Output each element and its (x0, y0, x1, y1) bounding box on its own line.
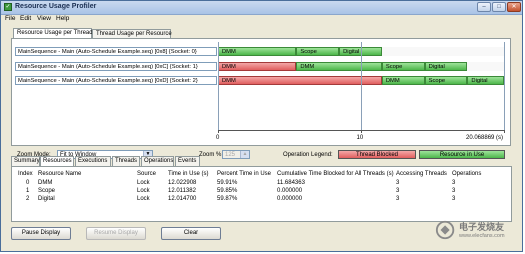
profiler-window: ✓ Resource Usage Profiler – □ ✕ File Edi… (0, 0, 523, 252)
menu-view[interactable]: View (37, 15, 51, 22)
pause-display-button[interactable]: Pause Display (11, 227, 71, 240)
window-title: Resource Usage Profiler (15, 3, 97, 10)
zoom-percent-field[interactable]: 125 ▲ (222, 150, 250, 159)
watermark-text: 电子发烧友 (459, 222, 505, 232)
close-button[interactable]: ✕ (507, 2, 521, 12)
table-cell: 0.000000 (277, 188, 303, 194)
axis-tick-label: 10 (356, 135, 364, 141)
table-cell: Lock (137, 196, 150, 202)
tab-thread-usage-per-resource[interactable]: Thread Usage per Resource (92, 29, 172, 38)
legend-thread-blocked: Thread Blocked (338, 150, 416, 159)
col-percent-time[interactable]: Percent Time in Use (217, 171, 271, 177)
table-cell: 12.022908 (168, 180, 197, 186)
axis-tick (218, 130, 219, 133)
maximize-button[interactable]: □ (492, 2, 506, 12)
watermark-url: www.elecfans.com (459, 233, 505, 239)
resume-display-button[interactable]: Resume Display (86, 227, 146, 240)
col-source[interactable]: Source (137, 171, 156, 177)
axis-tick (504, 130, 505, 133)
segment-scope-use[interactable]: Scope (296, 47, 340, 56)
tab-events[interactable]: Events (175, 156, 200, 166)
zoom-percent-value: 125 (225, 152, 236, 158)
table-cell: 3 (396, 188, 400, 194)
table-cell: Scope (38, 188, 56, 194)
clear-button[interactable]: Clear (161, 227, 221, 240)
table-cell: 59.91% (217, 180, 238, 186)
title-bar: ✓ Resource Usage Profiler – □ ✕ (1, 1, 522, 15)
zoom-percent-label: Zoom %: (199, 152, 224, 158)
app-check-icon: ✓ (4, 3, 12, 11)
segment-dmm-blocked[interactable]: DMM (218, 62, 297, 71)
col-cumulative-blocked[interactable]: Cumulative Time Blocked for All Threads … (277, 171, 394, 177)
segment-digital-use[interactable]: Digital (424, 62, 468, 71)
table-cell: 3 (452, 196, 456, 202)
col-accessing-threads[interactable]: Accessing Threads (396, 171, 447, 177)
segment-scope-use[interactable]: Scope (381, 62, 425, 71)
menu-help[interactable]: Help (56, 15, 69, 22)
table-cell: 3 (396, 196, 400, 202)
table-cell: 2 (26, 196, 30, 202)
table-cell: 11.684363 (277, 180, 305, 186)
segment-dmm-use[interactable]: DMM (218, 47, 297, 56)
tab-threads[interactable]: Threads (112, 156, 140, 166)
menu-bar: File Edit View Help (1, 14, 522, 24)
table-cell: 59.87% (217, 196, 238, 202)
table-cell: 12.011382 (168, 188, 196, 194)
table-cell: 12.014700 (168, 196, 197, 202)
axis-tick (360, 130, 362, 133)
table-cell: Digital (38, 196, 55, 202)
menu-edit[interactable]: Edit (20, 15, 31, 22)
segment-dmm-blocked[interactable]: DMM (218, 76, 382, 85)
tab-executions[interactable]: Executions (75, 156, 111, 166)
legend-resource-in-use: Resource in Use (419, 150, 505, 159)
table-cell: DMM (38, 180, 53, 186)
tab-summary[interactable]: Summary (11, 156, 40, 166)
table-cell: 3 (452, 180, 456, 186)
tab-operations[interactable]: Operations (141, 156, 174, 166)
tab-resource-usage-per-thread[interactable]: Resource Usage per Thread (13, 28, 93, 38)
thread-row-label[interactable]: MainSequence - Main (Auto-Schedule Examp… (15, 76, 217, 85)
axis-tick-label: 20.068869 (s) (466, 135, 504, 141)
col-index[interactable]: Index (18, 171, 33, 177)
resources-table-panel: Index Resource Name Source Time in Use (… (11, 166, 512, 222)
thread-row-label[interactable]: MainSequence - Main (Auto-Schedule Examp… (15, 47, 217, 56)
segment-digital-use[interactable]: Digital (467, 76, 504, 85)
segment-dmm-use[interactable]: DMM (381, 76, 425, 85)
segment-scope-use[interactable]: Scope (424, 76, 468, 85)
grid-line (218, 42, 219, 131)
grid-line (360, 42, 362, 131)
tab-resources[interactable]: Resources (40, 156, 74, 166)
thread-row-label[interactable]: MainSequence - Main (Auto-Schedule Examp… (15, 62, 217, 71)
menu-file[interactable]: File (5, 15, 15, 22)
table-cell: 0.000000 (277, 196, 303, 202)
table-cell: 59.85% (217, 188, 238, 194)
spinner-icon: ▲ (240, 151, 249, 158)
watermark-logo-icon (435, 220, 455, 240)
table-cell: 1 (26, 188, 30, 194)
minimize-button[interactable]: – (477, 2, 491, 12)
timeline-panel: MainSequence - Main (Auto-Schedule Examp… (11, 38, 511, 146)
segment-dmm-use[interactable]: DMM (296, 62, 382, 71)
axis-tick-label: 0 (216, 135, 220, 141)
operation-legend-label: Operation Legend: (283, 152, 333, 158)
table-cell: 3 (396, 180, 400, 186)
table-cell: Lock (137, 180, 150, 186)
col-operations[interactable]: Operations (452, 171, 481, 177)
col-resource-name[interactable]: Resource Name (38, 171, 81, 177)
table-cell: 0 (26, 180, 30, 186)
grid-line (504, 42, 505, 131)
col-time-in-use[interactable]: Time in Use (s) (168, 171, 208, 177)
table-cell: Lock (137, 188, 150, 194)
table-cell: 3 (452, 188, 456, 194)
